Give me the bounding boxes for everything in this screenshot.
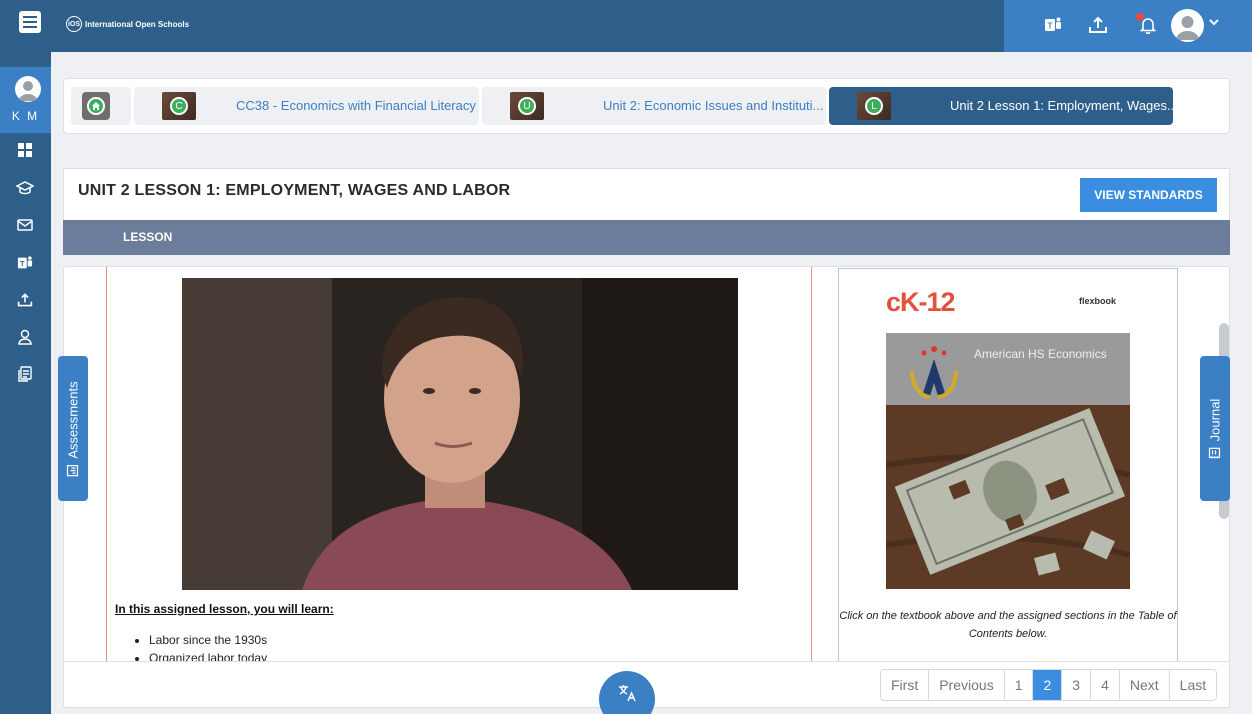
page-2[interactable]: 2 [1033, 670, 1063, 700]
assessments-tab[interactable]: Assessments [58, 356, 88, 501]
textbook-caption: Click on the textbook above and the assi… [839, 610, 1177, 640]
home-thumbnail [82, 92, 110, 120]
learn-heading: In this assigned lesson, you will learn: [115, 602, 334, 616]
page-1[interactable]: 1 [1005, 670, 1034, 700]
breadcrumb-course[interactable]: C CC38 - Economics with Financial Litera… [134, 87, 479, 125]
lesson-video[interactable] [182, 278, 738, 590]
page-next[interactable]: Next [1120, 670, 1170, 700]
course-badge: C [170, 97, 188, 115]
ck12-logo-text: cK-12 [886, 287, 956, 317]
breadcrumb-home[interactable] [71, 87, 131, 125]
logo-text: International Open Schools [85, 19, 190, 29]
lesson-content: In this assigned lesson, you will learn:… [63, 266, 1230, 708]
page-title: UNIT 2 LESSON 1: EMPLOYMENT, WAGES AND L… [78, 182, 511, 199]
unit-badge: U [518, 97, 536, 115]
cover-header: American HS Economics [886, 333, 1130, 405]
flexbook-logo: flexbook [1079, 296, 1117, 306]
top-bar: iOS International Open Schools T [0, 0, 1252, 52]
lesson-header: UNIT 2 LESSON 1: EMPLOYMENT, WAGES AND L… [63, 168, 1230, 220]
reports-icon[interactable] [14, 363, 36, 385]
lesson-tab-bar: LESSON [63, 220, 1230, 255]
lesson-thumbnail: L [857, 92, 891, 120]
list-item: Labor since the 1930s [149, 633, 267, 647]
breadcrumb-lesson[interactable]: L Unit 2 Lesson 1: Employment, Wages... [829, 87, 1178, 125]
cover-title: American HS Economics [974, 347, 1107, 361]
textbook-cover[interactable]: American HS Economics [886, 333, 1130, 589]
chevron-down-icon[interactable] [1209, 16, 1219, 30]
lesson-body: In this assigned lesson, you will learn:… [106, 267, 812, 661]
journal-label: Journal [1208, 398, 1223, 459]
list-item: Organized labor today [149, 651, 267, 661]
course-thumbnail: C [162, 92, 196, 120]
sidebar-user[interactable]: K M [0, 67, 51, 133]
courses-graduation-icon[interactable] [14, 177, 36, 199]
breadcrumb-course-label: CC38 - Economics with Financial Literacy [236, 98, 476, 113]
app-logo[interactable]: iOS International Open Schools [66, 16, 189, 32]
tab-lesson[interactable]: LESSON [123, 230, 172, 244]
svg-text:T: T [1048, 22, 1053, 31]
menu-icon[interactable] [19, 11, 41, 33]
left-sidebar: K M T [0, 52, 51, 714]
unit-thumbnail: U [510, 92, 544, 120]
svg-text:T: T [20, 260, 25, 268]
breadcrumb-lesson-label: Unit 2 Lesson 1: Employment, Wages... [950, 98, 1178, 113]
page-last[interactable]: Last [1170, 670, 1216, 700]
page-previous[interactable]: Previous [929, 670, 1005, 700]
assessments-chart-icon [66, 464, 79, 476]
page-4[interactable]: 4 [1091, 670, 1120, 700]
teams-icon[interactable]: T [1042, 14, 1064, 36]
user-initials: K M [11, 109, 40, 123]
page-first[interactable]: First [881, 670, 930, 700]
dashboard-icon[interactable] [14, 139, 36, 161]
view-standards-button[interactable]: VIEW STANDARDS [1080, 178, 1217, 212]
mail-icon[interactable] [14, 214, 36, 236]
logo-mark: iOS [66, 16, 82, 32]
sidebar-avatar [15, 76, 41, 102]
page-3[interactable]: 3 [1062, 670, 1092, 700]
notification-badge [1136, 13, 1144, 21]
lesson-badge: L [865, 97, 883, 115]
journal-notebook-icon [1208, 447, 1221, 458]
journal-tab[interactable]: Journal [1200, 356, 1230, 501]
user-avatar[interactable] [1171, 9, 1204, 42]
breadcrumb-unit[interactable]: U Unit 2: Economic Issues and Instituti.… [482, 87, 826, 125]
teams-icon[interactable]: T [14, 252, 36, 274]
translate-icon [619, 685, 636, 702]
home-icon [87, 97, 105, 115]
breadcrumb: C CC38 - Economics with Financial Litera… [63, 78, 1230, 134]
ck12-logo[interactable]: cK-12 [886, 287, 956, 318]
profile-icon[interactable] [14, 326, 36, 348]
learn-list: Labor since the 1930s Organized labor to… [149, 633, 267, 661]
pagination: First Previous 1 2 3 4 Next Last [880, 669, 1218, 701]
upload-icon[interactable] [1087, 14, 1109, 36]
upload-icon[interactable] [14, 289, 36, 311]
textbook-panel: cK-12 flexbook American HS Economics Cli… [838, 268, 1178, 662]
breadcrumb-unit-label: Unit 2: Economic Issues and Instituti... [603, 98, 824, 113]
assessments-label: Assessments [66, 381, 81, 476]
